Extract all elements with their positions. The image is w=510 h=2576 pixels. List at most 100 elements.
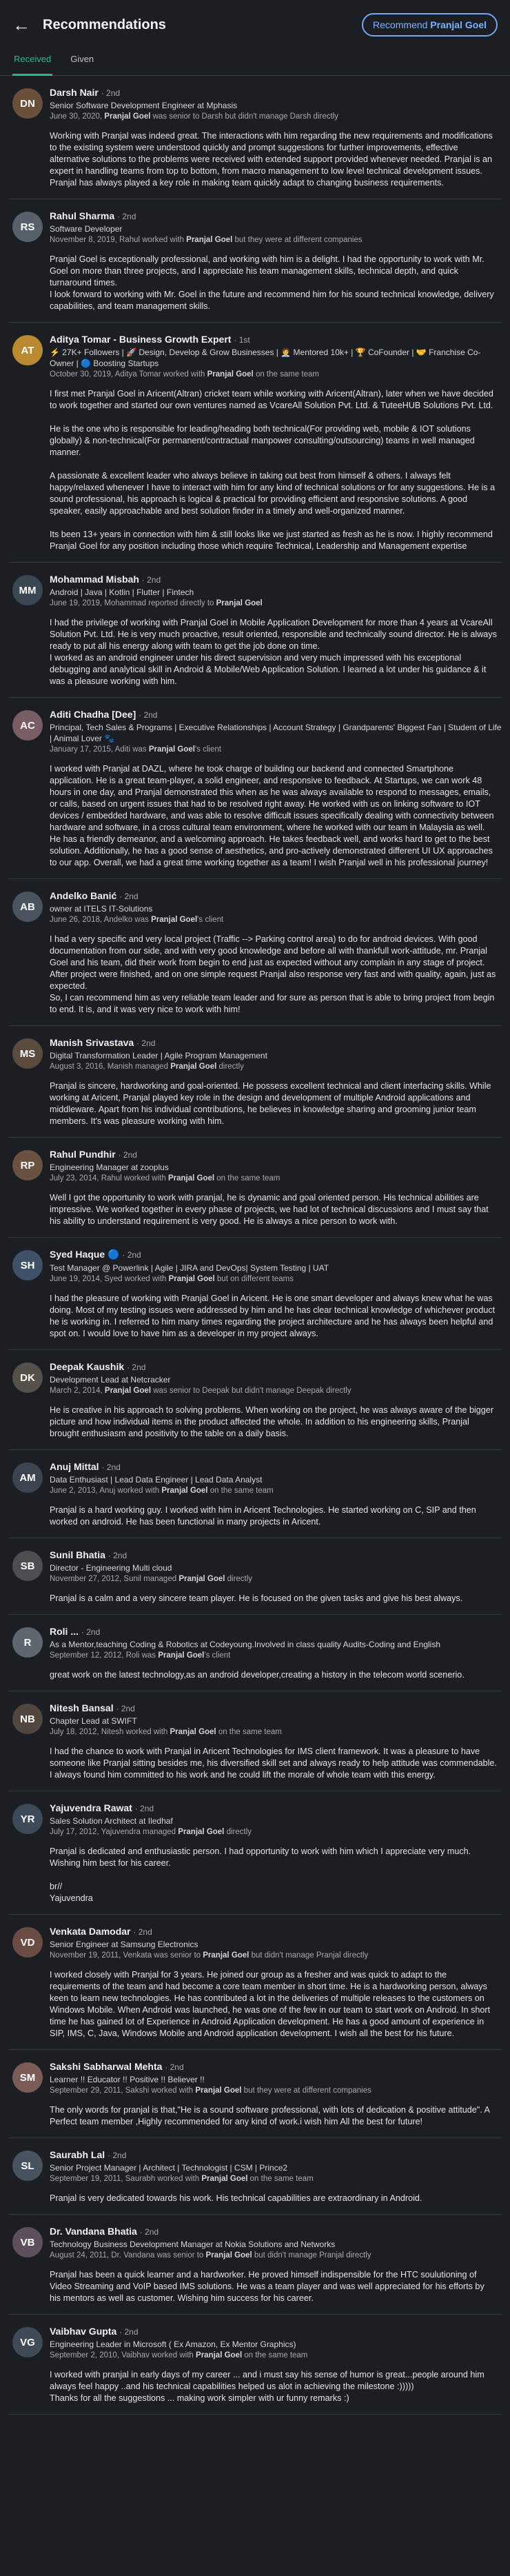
- recommender-name[interactable]: Nitesh Bansal: [50, 1702, 114, 1713]
- recommendation-item: DN Darsh Nair · 2nd Senior Software Develo…: [8, 76, 502, 199]
- recommendation-content: Vaibhav Gupta · 2nd Engineering Leader in…: [50, 2322, 502, 2404]
- recommender-headline: owner at ITELS IT-Solutions: [50, 904, 153, 914]
- meta-date-relation: June 30, 2020,: [50, 112, 105, 121]
- recommender-name[interactable]: Darsh Nair: [50, 87, 99, 98]
- recommendation-item: MM Mohammad Misbah · 2nd Android | Java | …: [8, 563, 502, 698]
- recommendation-item: SH Syed Haque 🔵 · 2nd Test Manager @ Power…: [8, 1238, 502, 1350]
- recommendation-meta: August 3, 2016, Manish managed Pranjal G…: [50, 1063, 502, 1071]
- avatar[interactable]: SL: [12, 2151, 43, 2181]
- connection-degree: · 2nd: [116, 1704, 135, 1713]
- connection-degree: · 2nd: [139, 710, 158, 720]
- avatar[interactable]: AM: [12, 1462, 43, 1493]
- avatar[interactable]: YR: [12, 1804, 43, 1834]
- recommendation-item: VD Venkata Damodar · 2nd Senior Engineer a…: [8, 1915, 502, 2050]
- recommendation-meta: September 19, 2011, Saurabh worked with …: [50, 2175, 502, 2183]
- avatar[interactable]: DK: [12, 1362, 43, 1393]
- meta-relation-suffix: on the same team: [207, 1487, 274, 1495]
- recommender-name[interactable]: Sakshi Sabharwal Mehta: [50, 2061, 162, 2072]
- recommendation-content: Syed Haque 🔵 · 2nd Test Manager @ Powerli…: [50, 1245, 502, 1340]
- avatar[interactable]: RP: [12, 1150, 43, 1180]
- recommender-name[interactable]: Syed Haque 🔵: [50, 1249, 119, 1260]
- recommender-name[interactable]: Andelko Banić: [50, 890, 116, 901]
- recommendation-meta: September 2, 2010, Vaibhav worked with P…: [50, 2351, 502, 2359]
- recommendation-content: Manish Srivastava · 2nd Digital Transform…: [50, 1033, 502, 1127]
- recommender-name[interactable]: Sunil Bhatia: [50, 1549, 105, 1560]
- connection-degree: · 2nd: [134, 1804, 154, 1813]
- avatar[interactable]: DN: [12, 88, 43, 119]
- recommendation-meta: January 17, 2015, Aditi was Pranjal Goel…: [50, 745, 502, 754]
- connection-degree: · 2nd: [139, 2227, 159, 2237]
- recommender-name[interactable]: Anuj Mittal: [50, 1461, 99, 1472]
- meta-relation-suffix: but they were at different companies: [232, 236, 363, 244]
- recommender-name[interactable]: Dr. Vandana Bhatia: [50, 2226, 137, 2237]
- connection-degree: · 2nd: [122, 1250, 141, 1260]
- recommendation-content: Andelko Banić · 2nd owner at ITELS IT-Sol…: [50, 886, 502, 1016]
- recommender-name[interactable]: Rahul Pundhir: [50, 1149, 116, 1160]
- avatar[interactable]: VG: [12, 2327, 43, 2357]
- recommender-name-row: Sakshi Sabharwal Mehta · 2nd: [50, 2061, 502, 2072]
- recommender-headline: Development Lead at Netcracker: [50, 1375, 171, 1385]
- recommender-name[interactable]: Venkata Damodar: [50, 1926, 131, 1937]
- recommender-name[interactable]: Vaibhav Gupta: [50, 2326, 116, 2337]
- recommendation-item: MS Manish Srivastava · 2nd Digital Transfo…: [8, 1026, 502, 1138]
- meta-profile-name: Pranjal Goel: [161, 1487, 208, 1495]
- recommend-button[interactable]: Recommend Pranjal Goel: [362, 13, 498, 37]
- recommender-name[interactable]: Saurabh Lal: [50, 2149, 105, 2160]
- recommender-name[interactable]: Manish Srivastava: [50, 1037, 134, 1048]
- back-arrow-icon[interactable]: ←: [10, 13, 33, 37]
- avatar[interactable]: AT: [12, 335, 43, 365]
- recommendation-item: DK Deepak Kaushik · 2nd Development Lead a…: [8, 1350, 502, 1450]
- recommendation-content: Venkata Damodar · 2nd Senior Engineer at …: [50, 1922, 502, 2040]
- avatar[interactable]: MS: [12, 1038, 43, 1069]
- recommender-headline: Android | Java | Kotlin | Flutter | Fint…: [50, 587, 194, 597]
- connection-degree: · 2nd: [133, 1927, 152, 1937]
- meta-relation-suffix: but didn't manage Pranjal directly: [252, 2251, 371, 2260]
- recommendation-text: Pranjal is a hard working guy. I worked …: [50, 1505, 476, 1527]
- avatar[interactable]: RS: [12, 212, 43, 242]
- tab-given[interactable]: Given: [70, 50, 94, 75]
- connection-degree: · 1st: [234, 335, 250, 345]
- recommender-headline: Sales Solution Architect at Iledhaf: [50, 1816, 173, 1826]
- avatar[interactable]: SH: [12, 1250, 43, 1280]
- recommender-headline: Engineering Leader in Microsoft ( Ex Ama…: [50, 2339, 296, 2349]
- connection-degree: · 2nd: [127, 1362, 146, 1372]
- recommender-name[interactable]: Rahul Sharma: [50, 210, 114, 221]
- recommend-button-prefix: Recommend: [373, 19, 431, 30]
- connection-degree: · 2nd: [81, 1627, 101, 1637]
- avatar[interactable]: SM: [12, 2062, 43, 2093]
- recommendation-text: Well I got the opportunity to work with …: [50, 1193, 489, 1226]
- recommender-name[interactable]: Aditya Tomar - Business Growth Expert: [50, 334, 231, 345]
- recommender-name[interactable]: Mohammad Misbah: [50, 574, 139, 585]
- recommendation-meta: June 30, 2020, Pranjal Goel was senior t…: [50, 112, 502, 121]
- connection-degree: · 2nd: [108, 1551, 127, 1560]
- recommender-name[interactable]: Aditi Chadha [Dee]: [50, 709, 136, 720]
- avatar[interactable]: MM: [12, 575, 43, 605]
- recommendation-text: Pranjal is dedicated and enthusiastic pe…: [50, 1847, 471, 1903]
- meta-relation-suffix: but didn't manage Pranjal directly: [249, 1951, 369, 1960]
- connection-degree: · 2nd: [117, 212, 136, 221]
- recommendation-item: YR Yajuvendra Rawat · 2nd Sales Solution A…: [8, 1791, 502, 1915]
- avatar[interactable]: VB: [12, 2227, 43, 2257]
- connection-degree: · 2nd: [101, 1462, 121, 1472]
- recommendation-content: Saurabh Lal · 2nd Senior Project Manager …: [50, 2145, 502, 2204]
- recommender-name[interactable]: Yajuvendra Rawat: [50, 1802, 132, 1813]
- recommender-name[interactable]: Roli ...: [50, 1626, 79, 1637]
- avatar[interactable]: SB: [12, 1551, 43, 1581]
- recommendation-text: I had a very specific and very local pro…: [50, 934, 496, 1014]
- meta-date-relation: November 19, 2011, Venkata was senior to: [50, 1951, 203, 1960]
- recommender-name[interactable]: Deepak Kaushik: [50, 1361, 124, 1372]
- meta-profile-name: Pranjal Goel: [178, 1828, 225, 1836]
- recommendation-meta: September 12, 2012, Roli was Pranjal Goe…: [50, 1651, 502, 1660]
- tab-received[interactable]: Received: [12, 50, 53, 76]
- recommendation-content: Mohammad Misbah · 2nd Android | Java | Ko…: [50, 570, 502, 687]
- avatar[interactable]: NB: [12, 1704, 43, 1734]
- connection-degree: · 2nd: [118, 1150, 137, 1160]
- avatar[interactable]: VD: [12, 1927, 43, 1958]
- avatar[interactable]: AC: [12, 710, 43, 741]
- meta-relation-suffix: 's client: [194, 745, 221, 754]
- meta-profile-name: Pranjal Goel: [158, 1651, 205, 1660]
- avatar[interactable]: AB: [12, 892, 43, 922]
- meta-relation-suffix: was senior to Deepak but didn't manage D…: [151, 1387, 351, 1395]
- avatar[interactable]: R: [12, 1627, 43, 1658]
- recommender-name-row: Aditya Tomar - Business Growth Expert · …: [50, 334, 502, 345]
